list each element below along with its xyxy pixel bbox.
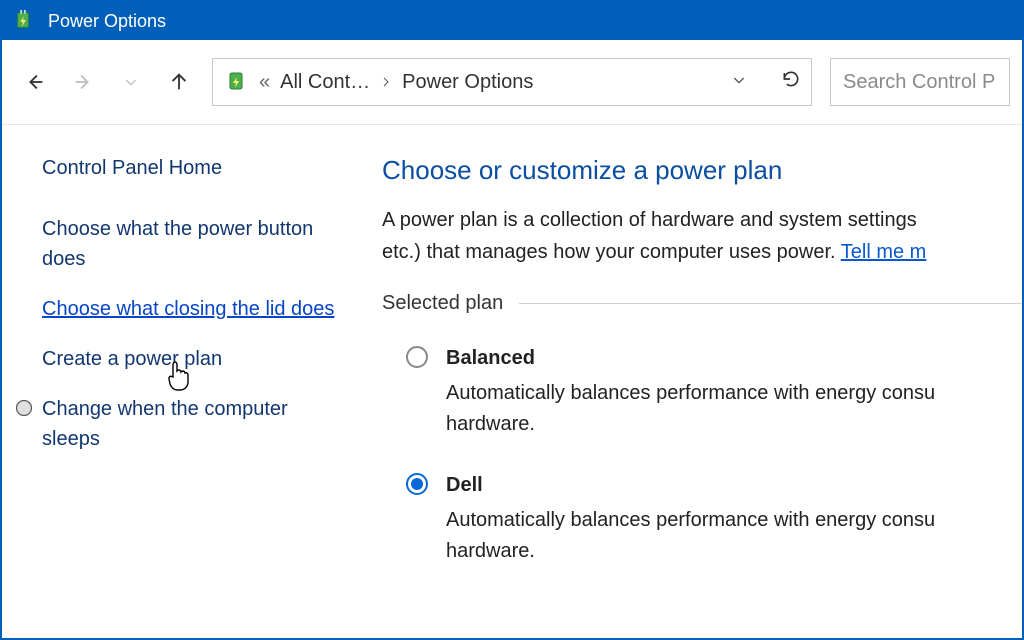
desc-line-2: etc.) that manages how your computer use… [382,241,841,263]
plan-dell-name: Dell [446,470,1022,501]
refresh-button[interactable] [781,69,801,95]
toolbar: « All Cont… Power Options Search Control… [2,40,1022,125]
plan-balanced: Balanced Automatically balances performa… [382,343,1022,440]
power-options-icon [12,10,34,32]
radio-dell[interactable] [406,473,428,495]
plan-balanced-name: Balanced [446,343,1022,374]
search-input[interactable]: Search Control P [830,58,1010,106]
page-description: A power plan is a collection of hardware… [382,204,1022,268]
desc-line-1: A power plan is a collection of hardware… [382,209,917,231]
moon-icon [14,398,34,418]
page-heading: Choose or customize a power plan [382,155,1022,186]
radio-balanced[interactable] [406,346,428,368]
lid-close-action-link[interactable]: Choose what closing the lid does [42,294,342,324]
window-title: Power Options [48,11,166,32]
plan-balanced-desc: Automatically balances performance with … [446,378,1022,440]
change-sleep-link[interactable]: Change when the computer sleeps [42,394,342,454]
address-bar[interactable]: « All Cont… Power Options [212,58,812,106]
titlebar: Power Options [2,2,1022,40]
content-area: Control Panel Home Choose what the power… [2,125,1022,638]
address-dropdown-icon[interactable] [731,71,747,94]
power-button-action-link[interactable]: Choose what the power button does [42,214,342,274]
forward-button[interactable] [68,67,98,97]
create-power-plan-link[interactable]: Create a power plan [42,344,342,374]
chevron-right-icon[interactable] [380,71,392,94]
plan-dell: Dell Automatically balances performance … [382,470,1022,567]
recent-locations-dropdown[interactable] [116,67,146,97]
breadcrumb-item[interactable]: Power Options [402,71,533,94]
back-button[interactable] [20,67,50,97]
divider [519,303,1022,304]
breadcrumb-item[interactable]: All Cont… [280,71,370,94]
sidebar: Control Panel Home Choose what the power… [2,125,372,638]
up-button[interactable] [164,67,194,97]
selected-plan-label: Selected plan [382,292,1022,315]
breadcrumb-overflow-icon[interactable]: « [259,71,270,94]
selected-plan-text: Selected plan [382,292,503,315]
control-panel-icon [223,69,249,95]
tell-me-more-link[interactable]: Tell me m [841,241,927,263]
control-panel-home-link[interactable]: Control Panel Home [42,157,342,180]
main-panel: Choose or customize a power plan A power… [372,125,1022,638]
plan-dell-desc: Automatically balances performance with … [446,505,1022,567]
